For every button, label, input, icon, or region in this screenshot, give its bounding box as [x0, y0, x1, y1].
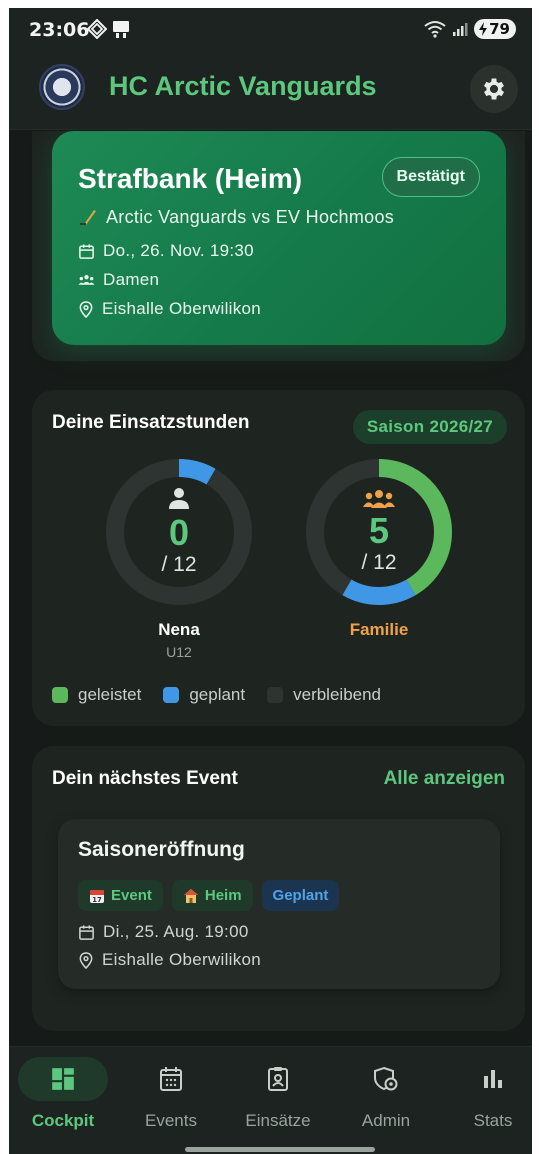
duty-date: Do., 26. Nov. 19:30 [78, 241, 254, 261]
shield-gear-icon [374, 1066, 398, 1091]
settings-button[interactable] [470, 65, 518, 113]
clipboard-user-icon [268, 1067, 288, 1091]
duty-title: Strafbank (Heim) [78, 163, 303, 194]
duty-location: Eishalle Oberwilikon [78, 299, 261, 319]
event-name: Saisoneröffnung [78, 838, 245, 861]
wifi-icon [424, 21, 446, 38]
status-icons-left [87, 19, 131, 39]
legend-item-done: geleistet [52, 685, 141, 705]
hours-ring-familie: 5 / 12 [305, 458, 453, 606]
legend-label-planned: geplant [189, 685, 246, 704]
person-icon [169, 488, 189, 509]
calendar-icon [160, 1067, 182, 1091]
home-indicator[interactable] [185, 1147, 375, 1152]
status-time: 23:06 [29, 19, 90, 41]
group-icon [78, 274, 95, 285]
svg-text:17: 17 [92, 896, 102, 904]
location-pin-icon [79, 300, 93, 318]
event-date-text: Di., 25. Aug. 19:00 [103, 922, 249, 941]
person-name-nena: Nena [158, 620, 200, 639]
person-name-familie: Familie [349, 620, 409, 639]
show-all-link[interactable]: Alle anzeigen [384, 768, 505, 790]
nav-label-stats: Stats [473, 1111, 513, 1130]
calendar-icon [79, 924, 94, 940]
person-sub-nena: U12 [166, 644, 192, 660]
status-badge: Bestätigt [381, 157, 480, 197]
battery-charging-icon [479, 22, 488, 36]
club-logo [39, 64, 85, 110]
legend-swatch-remaining [267, 687, 284, 703]
phone-screen: 23:06 79 HC Arctic Vanguards Strafbank (… [9, 8, 532, 1154]
legend-item-planned: geplant [163, 685, 245, 705]
hours-total-familie: / 12 [361, 551, 397, 574]
status-bar: 23:06 79 [9, 8, 532, 54]
nav-label-events: Events [145, 1111, 197, 1130]
next-duty-card[interactable]: Strafbank (Heim) Bestätigt Arctic Vangua… [52, 131, 506, 345]
nav-label-admin: Admin [361, 1111, 411, 1130]
calendar-emoji-icon: 17 [90, 889, 104, 904]
battery-level: 79 [489, 20, 510, 38]
chip-event: 17 Event [78, 880, 163, 911]
nav-admin[interactable]: Admin [336, 1057, 436, 1131]
bottom-navigation: Cockpit Events Einsätze Admin Stats [9, 1046, 532, 1154]
nav-stats[interactable]: Stats [443, 1057, 532, 1131]
chip-planned: Geplant [261, 880, 340, 911]
duty-team-text: Damen [103, 270, 160, 289]
legend-label-done: geleistet [78, 685, 142, 704]
duty-match-text: Arctic Vanguards vs EV Hochmoos [106, 207, 395, 227]
duty-date-text: Do., 26. Nov. 19:30 [103, 241, 254, 260]
hours-ring-nena: 0 / 12 [105, 458, 253, 606]
nav-events[interactable]: Events [121, 1057, 221, 1131]
battery-indicator: 79 [474, 19, 516, 39]
chip-event-label: Event [111, 887, 152, 904]
nfc-icon [87, 19, 107, 39]
chip-home-label: Heim [204, 887, 242, 904]
nav-einsaetze[interactable]: Einsätze [228, 1057, 328, 1131]
event-location-text: Eishalle Oberwilikon [102, 950, 262, 969]
legend-item-remaining: verbleibend [267, 685, 381, 705]
duty-match: Arctic Vanguards vs EV Hochmoos [78, 207, 394, 228]
hours-title: Deine Einsatzstunden [52, 412, 250, 433]
hours-total-nena: / 12 [161, 553, 197, 576]
nav-cockpit[interactable]: Cockpit [13, 1057, 113, 1131]
dashboard-icon [52, 1068, 74, 1090]
event-date: Di., 25. Aug. 19:00 [78, 922, 249, 942]
duty-team: Damen [78, 270, 159, 290]
chip-planned-label: Geplant [272, 887, 329, 904]
next-event-section: Dein nächstes Event Alle anzeigen Saison… [32, 746, 525, 1031]
event-chips: 17 Event Heim Geplant [78, 880, 340, 911]
house-emoji-icon [183, 888, 198, 903]
location-pin-icon [79, 951, 93, 969]
signal-icon [453, 23, 468, 36]
legend-swatch-done [52, 687, 68, 703]
event-card[interactable]: Saisoneröffnung 17 Event Heim Geplant Di… [58, 819, 500, 989]
chip-home: Heim [171, 880, 253, 911]
hours-value-nena: 0 [168, 512, 190, 553]
nav-label-einsaetze: Einsätze [245, 1111, 311, 1130]
cast-icon [113, 21, 129, 38]
app-title: HC Arctic Vanguards [109, 71, 377, 101]
season-badge[interactable]: Saison 2026/27 [352, 410, 507, 444]
status-icons-right: 79 [424, 19, 516, 39]
legend-label-remaining: verbleibend [293, 685, 382, 704]
legend-swatch-planned [163, 687, 180, 703]
event-location: Eishalle Oberwilikon [78, 950, 261, 970]
group-icon [363, 490, 395, 508]
bar-chart-icon [484, 1070, 502, 1088]
next-event-title: Dein nächstes Event [52, 768, 238, 789]
gear-icon [483, 78, 505, 100]
nav-label-cockpit: Cockpit [31, 1111, 95, 1130]
hours-value-familie: 5 [368, 510, 390, 551]
main-content[interactable]: Strafbank (Heim) Bestätigt Arctic Vangua… [9, 131, 532, 1046]
hours-card: Deine Einsatzstunden Saison 2026/27 0 / … [32, 390, 525, 726]
duty-location-text: Eishalle Oberwilikon [102, 299, 262, 318]
calendar-icon [79, 243, 94, 259]
hockey-stick-icon [80, 209, 96, 225]
app-header: HC Arctic Vanguards [9, 54, 532, 130]
hours-legend: geleistet geplant verbleibend [52, 685, 395, 705]
